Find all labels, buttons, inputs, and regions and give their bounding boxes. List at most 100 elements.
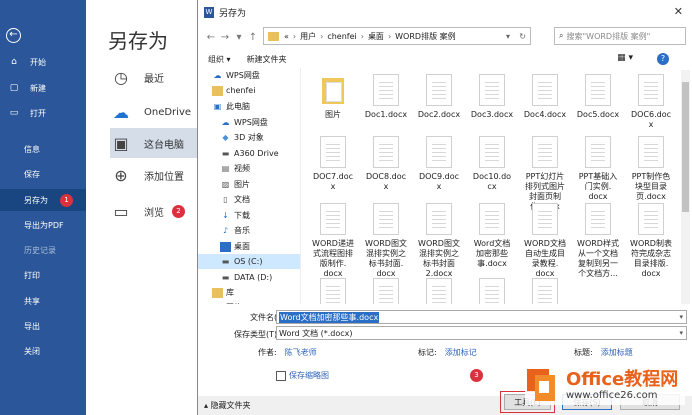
location-onedrive[interactable]: ☁ OneDrive — [110, 97, 206, 127]
author-value[interactable]: 陈飞老师 — [285, 348, 317, 357]
up-icon[interactable]: ↑ — [246, 32, 260, 43]
file-item[interactable]: DOC8.doc x — [361, 136, 411, 192]
back-icon[interactable]: ← — [204, 32, 218, 43]
save-thumbnail-checkbox[interactable]: 保存缩略图 — [276, 370, 329, 381]
file-item[interactable]: WORD样式 从一个文档 复制到另一 个文档方... — [573, 203, 623, 279]
sidebar-item-share[interactable]: 共享 — [0, 290, 86, 312]
tree-item[interactable]: 桌面 — [198, 239, 300, 254]
sidebar-item-label: 导出为PDF — [24, 220, 64, 230]
tree-item[interactable]: ☁ WPS网盘 — [198, 68, 300, 83]
file-item[interactable]: PPT基础入 门实例. docx — [573, 136, 623, 202]
location-add-place[interactable]: ⊕ 添加位置 — [110, 160, 206, 190]
address-bar[interactable]: « › 用户 › chenfei › 桌面 › WORD排版 案例 ▾ ↻ — [263, 27, 531, 45]
sidebar-item-home[interactable]: ⌂ 开始 — [0, 51, 86, 73]
document-icon — [426, 278, 452, 304]
location-this-pc[interactable]: ▣ 这台电脑 — [110, 128, 206, 158]
sidebar-item-print[interactable]: 打印 — [0, 264, 86, 286]
file-item[interactable]: Doc1.docx — [361, 74, 411, 120]
file-item[interactable] — [467, 278, 517, 304]
file-item[interactable]: PPT制作色 块型目录 页.docx — [626, 136, 676, 202]
tree-item[interactable]: ▯ 文档 — [198, 192, 300, 207]
tree-item[interactable]: ▬ DATA (D:) — [198, 270, 300, 285]
sidebar-item-export[interactable]: 导出 — [0, 315, 86, 337]
navigation-pane: ☁ WPS网盘 chenfei ▣ 此电脑 ☁ WPS网盘 ◆ 3D 对象 ▬ A360 … — [198, 68, 301, 304]
sidebar-item-export-pdf[interactable]: 导出为PDF — [0, 214, 86, 236]
tree-label: 视频 — [234, 164, 250, 173]
separator-icon: › — [292, 31, 297, 41]
tree-item[interactable]: ▬ A360 Drive — [198, 146, 300, 161]
close-icon[interactable]: ✕ — [674, 5, 683, 18]
sidebar-item-save-as[interactable]: 另存为 1 — [0, 189, 86, 211]
file-item[interactable]: Doc2.docx — [414, 74, 464, 120]
file-item[interactable]: DOC7.doc x — [308, 136, 358, 192]
chevron-down-icon[interactable]: ▾ — [679, 313, 683, 321]
tree-item[interactable]: ▨ 图片 — [198, 177, 300, 192]
sidebar-item-save[interactable]: 保存 — [0, 163, 86, 185]
sidebar-item-history[interactable]: 历史记录 — [0, 239, 86, 261]
file-item[interactable]: Doc10.do cx — [467, 136, 517, 192]
tree-item[interactable]: ◆ 3D 对象 — [198, 130, 300, 145]
tags-value[interactable]: 添加标记 — [445, 348, 477, 357]
sidebar-item-new[interactable]: ▢ 新建 — [0, 77, 86, 99]
filename-field[interactable]: Word文档加密那些事.docx ▾ — [276, 310, 687, 324]
file-item[interactable]: PPT幻灯片 排列式图片 封面页制 作.docx — [520, 136, 570, 212]
tree-item[interactable]: ↓ 下载 — [198, 208, 300, 223]
tree-item[interactable]: ♪ 音乐 — [198, 223, 300, 238]
folder-item[interactable]: 图片 — [308, 74, 358, 120]
breadcrumb-segment[interactable]: 桌面 — [368, 31, 384, 42]
file-item[interactable]: WORD制表 符完成杂志 目录排版. docx — [626, 203, 676, 279]
file-item[interactable]: WORD图文 混排实例之 标书封面. docx — [361, 203, 411, 279]
document-icon — [479, 136, 505, 168]
breadcrumb-segment[interactable]: WORD排版 案例 — [395, 31, 455, 42]
filetype-select[interactable]: Word 文档 (*.docx) ▾ — [276, 326, 687, 340]
chevron-down-icon[interactable]: ▾ — [679, 329, 683, 337]
chevron-down-icon[interactable]: ▾ — [506, 32, 510, 41]
sidebar-item-close[interactable]: 关闭 — [0, 340, 86, 362]
disk-icon: ▬ — [221, 256, 230, 266]
breadcrumb-segment[interactable]: chenfei — [327, 32, 356, 41]
scrollbar-thumb[interactable] — [682, 82, 689, 212]
file-item[interactable]: DOC6.doc x — [626, 74, 676, 130]
file-item[interactable] — [361, 278, 411, 304]
tree-item[interactable]: ▤ 视频 — [198, 161, 300, 176]
file-name: WORD样式 从一个文档 复制到另一 个文档方... — [577, 239, 619, 278]
tree-item[interactable]: ▬ OS (C:) — [198, 254, 300, 269]
tree-item[interactable]: ☁ WPS网盘 — [198, 115, 300, 130]
file-item[interactable] — [414, 278, 464, 304]
file-item[interactable]: DOC9.doc x — [414, 136, 464, 192]
file-item[interactable] — [520, 278, 570, 304]
file-item[interactable]: Doc4.docx — [520, 74, 570, 120]
breadcrumb-segment[interactable]: 用户 — [300, 31, 316, 42]
file-list-scrollbar[interactable] — [681, 70, 690, 304]
file-item[interactable]: Doc3.docx — [467, 74, 517, 120]
back-arrow-icon[interactable]: ← — [6, 28, 21, 43]
recent-locations-icon[interactable]: ▾ — [232, 32, 246, 43]
checkbox-icon[interactable] — [276, 370, 286, 381]
file-name: Doc3.docx — [470, 110, 514, 119]
hide-folders-toggle[interactable]: ▴ 隐藏文件夹 — [204, 400, 251, 411]
sidebar-item-info[interactable]: 信息 — [0, 138, 86, 160]
file-item[interactable]: Word文档 加密那些 事.docx — [467, 203, 517, 269]
search-input[interactable]: ⌕ 搜索"WORD排版 案例" — [554, 27, 686, 45]
tree-item[interactable]: ▣ 此电脑 — [198, 99, 300, 114]
document-icon — [638, 74, 664, 106]
new-folder-button[interactable]: 新建文件夹 — [247, 54, 287, 65]
organize-button[interactable]: 组织 ▾ — [208, 54, 231, 65]
tree-item[interactable]: ▣网络 — [198, 300, 300, 305]
sidebar-item-label: 另存为 — [24, 195, 48, 205]
file-item[interactable]: WORD图文 混排实例之 标书封面 2.docx — [414, 203, 464, 279]
forward-icon[interactable]: → — [218, 32, 232, 43]
title-value[interactable]: 添加标题 — [601, 348, 633, 357]
file-item[interactable]: Doc5.docx — [573, 74, 623, 120]
location-recent[interactable]: ◷ 最近 — [110, 62, 206, 92]
sidebar-item-open[interactable]: ▭ 打开 — [0, 102, 86, 124]
file-item[interactable]: WORD递进 式流程图排 版制作. docx — [308, 203, 358, 279]
tree-item[interactable]: 库 — [198, 285, 300, 300]
view-options-icon[interactable]: ▦ ▾ — [617, 53, 633, 65]
file-item[interactable] — [308, 278, 358, 304]
file-item[interactable]: WORD文档 自动生成目 录教程. docx — [520, 203, 570, 279]
location-browse[interactable]: ▭ 浏览 2 — [110, 196, 206, 226]
help-icon[interactable]: ? — [657, 53, 669, 65]
tree-item[interactable]: chenfei — [198, 83, 300, 98]
refresh-icon[interactable]: ↻ — [519, 32, 526, 41]
